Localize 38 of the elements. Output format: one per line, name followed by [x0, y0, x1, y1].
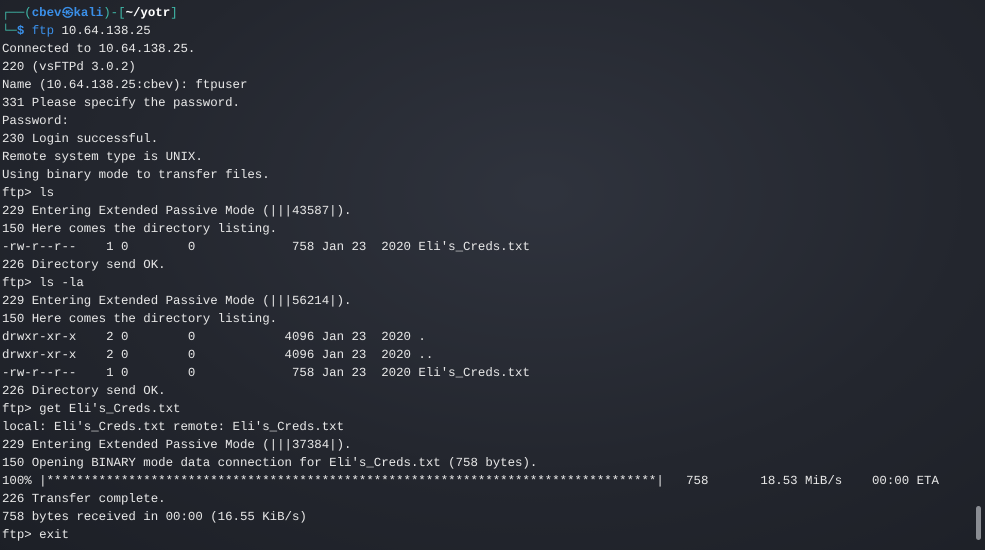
- scrollbar-thumb[interactable]: [976, 506, 981, 540]
- terminal-line: 226 Directory send OK.: [2, 257, 166, 274]
- terminal-line: ftp> ls: [2, 185, 54, 202]
- terminal-line: -rw-r--r-- 1 0 0 758 Jan 23 2020 Eli's_Creds.txt: [2, 365, 530, 382]
- command-argument: 10.64.138.25: [62, 24, 151, 38]
- terminal-line: local: Eli's_Creds.txt remote: Eli's_Creds.txt: [2, 419, 344, 436]
- terminal-line: 150 Opening BINARY mode data connection for Eli's_Creds.txt (758 bytes).: [2, 455, 538, 472]
- terminal-line: 229 Entering Extended Passive Mode (|||56214|).: [2, 293, 352, 310]
- terminal-line: drwxr-xr-x 2 0 0 4096 Jan 23 2020 ..: [2, 347, 434, 364]
- terminal-line: Password:: [2, 113, 69, 130]
- terminal-line: 150 Here comes the directory listing.: [2, 311, 278, 328]
- terminal-line: 226 Transfer complete.: [2, 491, 166, 508]
- terminal-line: drwxr-xr-x 2 0 0 4096 Jan 23 2020 .: [2, 329, 426, 346]
- prompt-decoration: )-[: [103, 6, 126, 20]
- terminal-line: Using binary mode to transfer files.: [2, 167, 270, 184]
- terminal-line: Name (10.64.138.25:cbev): ftpuser: [2, 77, 248, 94]
- terminal-line: ftp> ls -la: [2, 275, 84, 292]
- terminal-line: 150 Here comes the directory listing.: [2, 221, 278, 238]
- terminal-line: ftp> exit: [2, 527, 69, 544]
- prompt-path: ~/yotr: [126, 6, 170, 20]
- terminal-line: 229 Entering Extended Passive Mode (|||43587|).: [2, 203, 352, 220]
- terminal-line: 331 Please specify the password.: [2, 95, 240, 112]
- prompt-user: cbev㉿kali: [32, 6, 104, 20]
- terminal-line: 226 Directory send OK.: [2, 383, 166, 400]
- terminal-line: -rw-r--r-- 1 0 0 758 Jan 23 2020 Eli's_Creds.txt: [2, 239, 530, 256]
- prompt-decoration: └─: [2, 24, 17, 38]
- terminal-line: 230 Login successful.: [2, 131, 158, 148]
- terminal-line: 229 Entering Extended Passive Mode (|||37384|).: [2, 437, 352, 454]
- prompt-symbol: $: [16, 24, 24, 38]
- terminal-line: ftp> get Eli's_Creds.txt: [2, 401, 180, 418]
- terminal-line: 100% |**********************************************************************************| 758 18.53 MiB/s 00:00 ETA: [2, 473, 939, 490]
- terminal-line: 220 (vsFTPd 3.0.2): [2, 59, 136, 76]
- terminal-line: 758 bytes received in 00:00 (16.55 KiB/s): [2, 509, 307, 526]
- prompt-decoration: ]: [170, 6, 178, 20]
- terminal-line: Remote system type is UNIX.: [2, 149, 203, 166]
- prompt-decoration: ┌──(: [2, 6, 32, 20]
- command-name: ftp: [32, 24, 54, 38]
- terminal-line: Connected to 10.64.138.25.: [2, 41, 196, 58]
